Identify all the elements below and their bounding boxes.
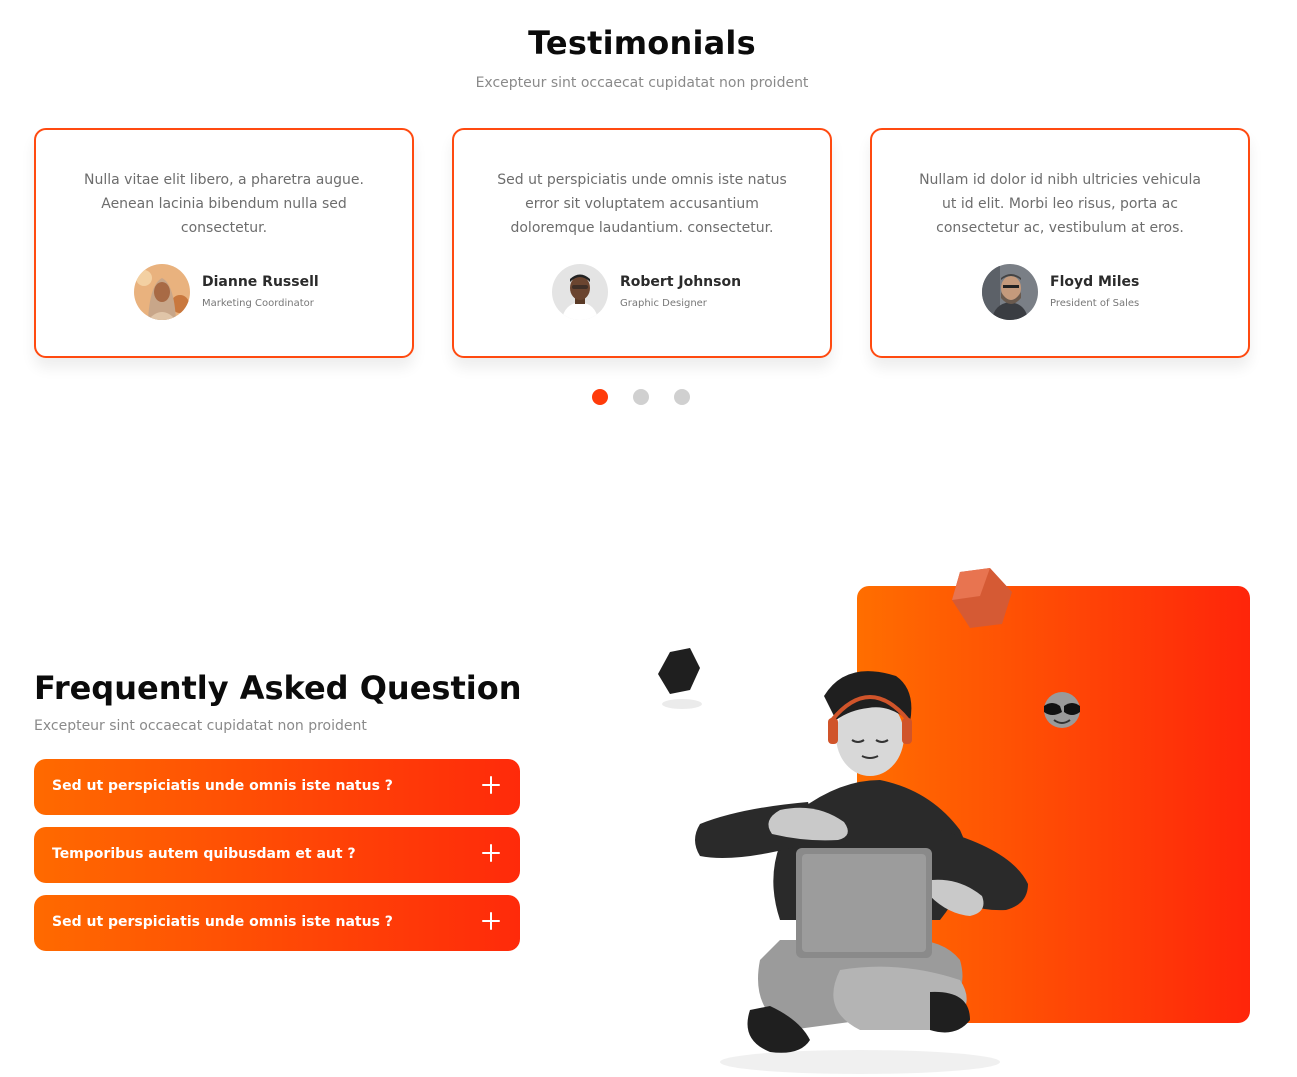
testimonial-name: Robert Johnson [620,274,742,290]
faq-question: Temporibus autem quibusdam et aut ? [52,846,356,862]
testimonial-role: President of Sales [1050,298,1140,309]
testimonial-role: Marketing Coordinator [202,298,314,309]
avatar [552,264,608,320]
testimonial-card: Nulla vitae elit libero, a pharetra augu… [34,128,414,358]
hexagon-icon [658,648,702,709]
testimonial-card: Sed ut perspiciatis unde omnis iste natu… [452,128,832,358]
faq-subtitle: Excepteur sint occaecat cupidatat non pr… [34,718,367,734]
sunglasses-emoji-icon [1044,692,1080,728]
carousel-dot-1[interactable] [592,389,608,405]
testimonial-name: Floyd Miles [1050,274,1140,290]
carousel-dot-2[interactable] [633,389,649,405]
avatar [982,264,1038,320]
testimonial-name: Dianne Russell [202,274,319,290]
testimonial-card: Nullam id dolor id nibh ultricies vehicu… [870,128,1250,358]
testimonial-quote: Sed ut perspiciatis unde omnis iste natu… [497,172,787,236]
testimonial-quote: Nulla vitae elit libero, a pharetra augu… [84,172,364,236]
carousel-dot-3[interactable] [674,389,690,405]
testimonials-title: Testimonials [528,24,756,62]
faq-item[interactable]: Temporibus autem quibusdam et aut ? [34,827,520,883]
person-laptop-illustration [658,568,1080,1074]
plus-icon[interactable] [480,910,502,932]
faq-item[interactable]: Sed ut perspiciatis unde omnis iste natu… [34,759,520,815]
faq-question: Sed ut perspiciatis unde omnis iste natu… [52,778,393,794]
testimonial-quote: Nullam id dolor id nibh ultricies vehicu… [919,172,1201,236]
plus-icon[interactable] [480,842,502,864]
faq-item[interactable]: Sed ut perspiciatis unde omnis iste natu… [34,895,520,951]
cube-icon [952,568,1012,628]
carousel-pagination [592,389,690,405]
faq-title: Frequently Asked Question [34,669,522,707]
faq-question: Sed ut perspiciatis unde omnis iste natu… [52,914,393,930]
plus-icon[interactable] [480,774,502,796]
testimonials-subtitle: Excepteur sint occaecat cupidatat non pr… [475,75,809,91]
testimonial-role: Graphic Designer [620,298,707,309]
avatar [134,264,190,320]
